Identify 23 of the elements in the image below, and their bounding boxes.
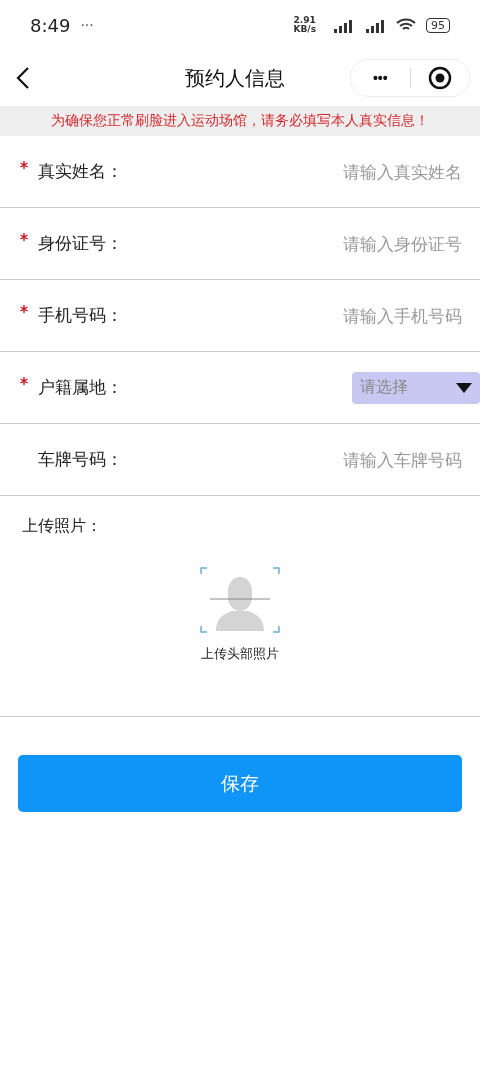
field-label: 真实姓名： [38, 160, 124, 183]
page-title: 预约人信息 [184, 64, 286, 92]
notice-banner: 为确保您正常刷脸进入运动场馆，请务必填写本人真实信息！ [0, 106, 480, 136]
input-field[interactable]: 请输入身份证号 [148, 232, 464, 255]
more-button[interactable]: ••• [351, 60, 410, 96]
field-label: 车牌号码： [38, 448, 124, 471]
field-label: 手机号码： [38, 304, 124, 327]
status-time: 8:49 [30, 14, 71, 36]
save-button[interactable]: 保存 [18, 755, 462, 812]
upload-caption: 上传头部照片 [201, 645, 279, 663]
network-speed: 2.91 KB/s [293, 16, 316, 34]
close-target-icon[interactable] [427, 66, 452, 90]
input-field[interactable]: 请输入车牌号码 [148, 448, 464, 471]
region-select[interactable]: 请选择 [352, 371, 480, 404]
field-label: 身份证号： [38, 232, 124, 255]
notification-dots: ··· [80, 17, 94, 33]
field-label: 户籍属地： [38, 376, 124, 399]
photo-label: 上传照片： [22, 516, 103, 537]
input-field[interactable]: 请输入真实姓名 [148, 160, 464, 183]
back-icon[interactable] [16, 66, 30, 90]
battery-indicator: 95 [426, 17, 450, 33]
dropdown-caret-icon [456, 382, 472, 393]
input-field[interactable]: 请输入手机号码 [148, 304, 464, 327]
